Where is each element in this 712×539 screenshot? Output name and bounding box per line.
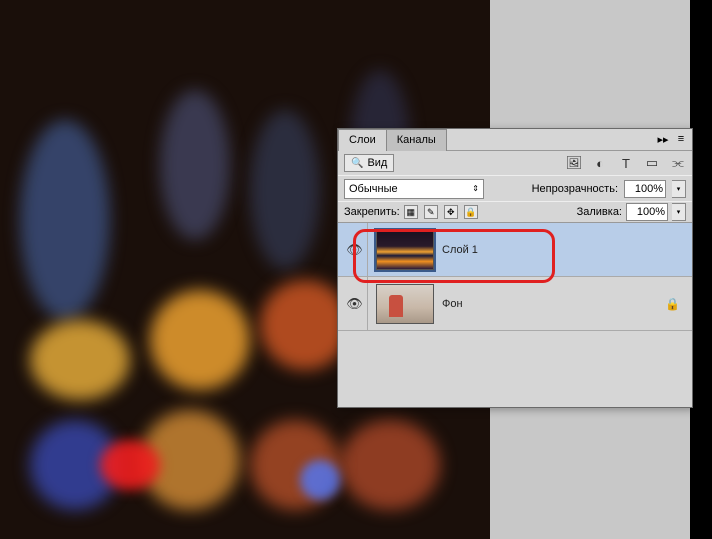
tab-layers[interactable]: Слои <box>338 129 387 151</box>
lock-transparency-icon[interactable]: ▦ <box>404 205 418 219</box>
magnifier-icon: 🔍 <box>351 158 363 169</box>
panel-menu-icon[interactable]: ≡ <box>674 132 688 146</box>
filter-adjustment-icon[interactable]: ◐ <box>592 155 608 171</box>
filter-smartobject-icon[interactable]: ⫘ <box>670 155 686 171</box>
fill-input[interactable] <box>626 203 668 221</box>
opacity-dropdown-arrow[interactable]: ▾ <box>672 180 686 198</box>
layers-list: 👁 Слой 1 👁 Фон 🔒 <box>338 223 692 331</box>
fill-label: Заливка: <box>577 206 622 218</box>
lock-fill-row: Закрепить: ▦ ✎ ✥ 🔒 Заливка: ▾ <box>338 201 692 223</box>
layer-name-label[interactable]: Слой 1 <box>442 244 478 256</box>
layers-panel: Слои Каналы ▸▸ ≡ 🔍 Вид 🖼 ◐ T ▭ ⫘ Обычные… <box>337 128 693 408</box>
blend-opacity-row: Обычные ⇕ Непрозрачность: ▾ <box>338 175 692 201</box>
layer-thumbnail[interactable] <box>376 284 434 324</box>
layer-name-label[interactable]: Фон <box>442 298 463 310</box>
visibility-toggle-icon[interactable]: 👁 <box>346 296 363 312</box>
layers-toolbar: 🔍 Вид 🖼 ◐ T ▭ ⫘ <box>338 151 692 175</box>
tab-channels[interactable]: Каналы <box>386 129 447 151</box>
filter-kind-label: Вид <box>367 157 387 169</box>
collapse-panel-icon[interactable]: ▸▸ <box>656 132 670 146</box>
lock-all-icon[interactable]: 🔒 <box>464 205 478 219</box>
filter-shape-icon[interactable]: ▭ <box>644 155 660 171</box>
chevron-updown-icon: ⇕ <box>472 184 479 193</box>
layer-filter-kind-button[interactable]: 🔍 Вид <box>344 154 394 172</box>
blend-mode-select[interactable]: Обычные ⇕ <box>344 179 484 199</box>
filter-type-icon[interactable]: T <box>618 155 634 171</box>
opacity-input[interactable] <box>624 180 666 198</box>
layer-row-background[interactable]: 👁 Фон 🔒 <box>338 277 692 331</box>
visibility-toggle-icon[interactable]: 👁 <box>346 242 363 258</box>
filter-pixel-icon[interactable]: 🖼 <box>566 155 582 171</box>
layer-lock-icon: 🔒 <box>665 297 680 311</box>
blend-mode-value: Обычные <box>349 183 398 195</box>
layer-thumbnail[interactable] <box>376 230 434 270</box>
fill-dropdown-arrow[interactable]: ▾ <box>672 203 686 221</box>
lock-label: Закрепить: <box>344 206 400 218</box>
lock-image-icon[interactable]: ✎ <box>424 205 438 219</box>
panel-tabs: Слои Каналы ▸▸ ≡ <box>338 129 692 151</box>
lock-position-icon[interactable]: ✥ <box>444 205 458 219</box>
layer-row-layer1[interactable]: 👁 Слой 1 <box>338 223 692 277</box>
opacity-label: Непрозрачность: <box>532 183 618 195</box>
